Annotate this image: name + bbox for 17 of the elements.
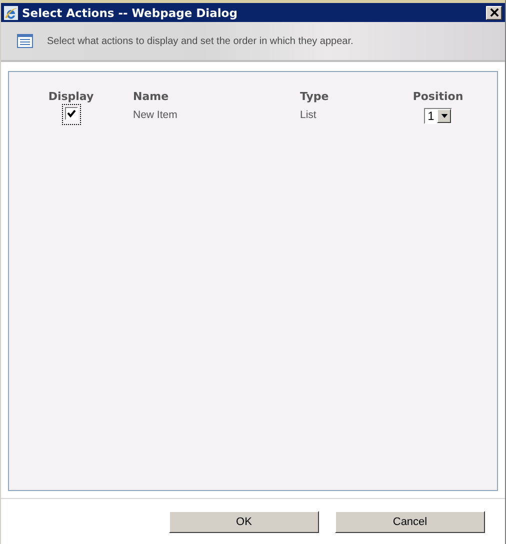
close-icon [490,8,498,17]
list-icon [17,34,33,48]
table-cell: List [300,108,316,120]
column-header: Name [133,90,169,103]
column-header: Position [412,90,464,103]
caret-icon [440,114,448,118]
browser-icon [3,4,19,20]
position-dropdown[interactable]: 1 [424,108,452,124]
description-text: Select what actions to display and set the order in which they appear. [47,36,354,46]
close-button[interactable] [486,6,502,20]
table-cell: New Item [133,108,178,120]
window-title: Select Actions -- Webpage Dialog [22,6,238,20]
cancel-button[interactable]: Cancel [335,510,485,532]
column-header: Display [48,90,94,103]
ok-button[interactable]: OK [169,510,319,532]
column-header: Type [300,90,329,103]
display-checkbox[interactable] [64,107,78,120]
